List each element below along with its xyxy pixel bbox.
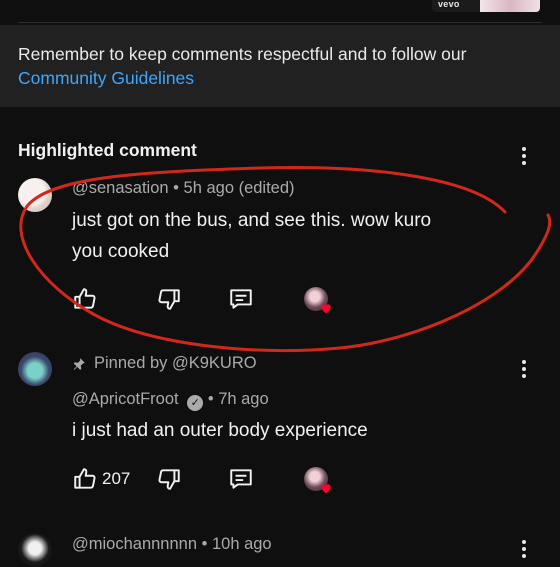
- like-button[interactable]: 207: [72, 465, 130, 493]
- comment-time: 10h ago: [211, 535, 272, 553]
- comment-author[interactable]: @senasation: [72, 179, 169, 197]
- comment-text: i just had an outer body experience: [72, 415, 368, 446]
- more-options-icon[interactable]: [514, 358, 534, 382]
- reply-icon: [230, 469, 252, 489]
- notice-message: Remember to keep comments respectful and…: [18, 44, 467, 64]
- comment-text-line: just got on the bus, and see this. wow k…: [72, 210, 432, 231]
- comment-time: 5h ago (edited): [183, 179, 295, 197]
- comment-actions: [72, 285, 372, 315]
- notice-text: Remember to keep comments respectful and…: [18, 42, 538, 90]
- reply-icon: [230, 289, 252, 309]
- pinned-label: Pinned by @K9KURO: [72, 354, 257, 373]
- vevo-logo: vevo: [438, 0, 460, 9]
- meta-separator: •: [173, 179, 184, 197]
- community-guidelines-link[interactable]: Community Guidelines: [18, 66, 538, 90]
- meta-separator: •: [207, 390, 219, 408]
- reply-button[interactable]: [228, 465, 254, 493]
- pinned-by-text: Pinned by @K9KURO: [94, 354, 257, 372]
- avatar[interactable]: [18, 533, 52, 567]
- avatar[interactable]: [18, 178, 52, 212]
- creator-heart-icon[interactable]: [304, 467, 331, 494]
- more-options-icon[interactable]: [514, 538, 534, 562]
- like-icon: [74, 468, 96, 489]
- highlighted-comment-title: Highlighted comment: [18, 140, 197, 160]
- thumbnail-image: [480, 0, 540, 12]
- comment-time: 7h ago: [218, 390, 269, 408]
- creator-heart-icon[interactable]: [304, 287, 331, 314]
- reply-button[interactable]: [228, 285, 254, 313]
- avatar[interactable]: [18, 352, 52, 386]
- comment-text: just got on the bus, and see this. wow k…: [72, 205, 431, 267]
- comment-meta: @senasation • 5h ago (edited): [72, 179, 295, 198]
- divider: [18, 22, 542, 23]
- heart-icon: [321, 304, 331, 314]
- comment-meta: @ApricotFroot ✓ • 7h ago: [72, 390, 269, 411]
- more-options-icon[interactable]: [514, 145, 534, 169]
- pin-icon: [73, 357, 85, 370]
- dislike-button[interactable]: [156, 465, 182, 493]
- like-button[interactable]: [72, 285, 98, 313]
- verified-icon: ✓: [187, 395, 204, 411]
- comment-actions: 207: [72, 465, 372, 495]
- comment-author[interactable]: @ApricotFroot: [72, 390, 179, 408]
- comment-author[interactable]: @miochannnnnn: [72, 535, 197, 553]
- comment-text-line: i just had an outer body experience: [72, 420, 368, 441]
- dislike-icon: [158, 289, 180, 310]
- community-notice: Remember to keep comments respectful and…: [0, 25, 560, 107]
- dislike-icon: [158, 469, 180, 490]
- comment-text-line: you cooked: [72, 241, 170, 262]
- like-icon: [74, 288, 96, 309]
- vevo-thumbnail[interactable]: vevo: [432, 0, 540, 12]
- heart-icon: [321, 484, 331, 494]
- meta-separator: •: [201, 535, 212, 553]
- like-count: 207: [102, 469, 131, 488]
- dislike-button[interactable]: [156, 285, 182, 313]
- comment-meta: @miochannnnnn • 10h ago: [72, 535, 272, 554]
